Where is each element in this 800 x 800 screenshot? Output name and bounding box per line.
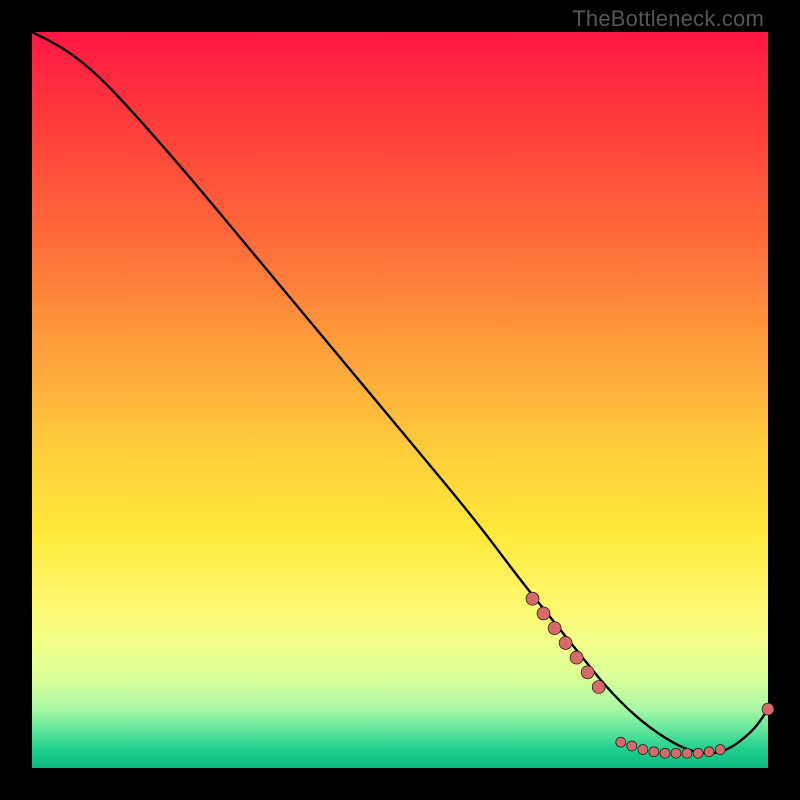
watermark-text: TheBottleneck.com [572, 6, 764, 32]
bottleneck-curve [32, 32, 768, 753]
data-dot [715, 745, 725, 755]
data-dot [616, 737, 626, 747]
data-dot [762, 703, 774, 715]
data-dot [638, 745, 648, 755]
dots-upper-group [526, 592, 605, 693]
data-dot [693, 748, 703, 758]
data-dot [671, 748, 681, 758]
data-dot [704, 747, 714, 757]
data-dot [592, 681, 605, 694]
data-dot [526, 592, 539, 605]
chart-stage: TheBottleneck.com [0, 0, 800, 800]
curve-svg [32, 32, 768, 768]
data-dot [559, 636, 572, 649]
data-dot [660, 748, 670, 758]
data-dot [570, 651, 583, 664]
data-dot [581, 666, 594, 679]
data-dot [537, 607, 550, 620]
data-dot [649, 747, 659, 757]
dot-end-group [762, 703, 774, 715]
data-dot [627, 741, 637, 751]
plot-area [32, 32, 768, 768]
data-dot [548, 622, 561, 635]
data-dot [682, 748, 692, 758]
